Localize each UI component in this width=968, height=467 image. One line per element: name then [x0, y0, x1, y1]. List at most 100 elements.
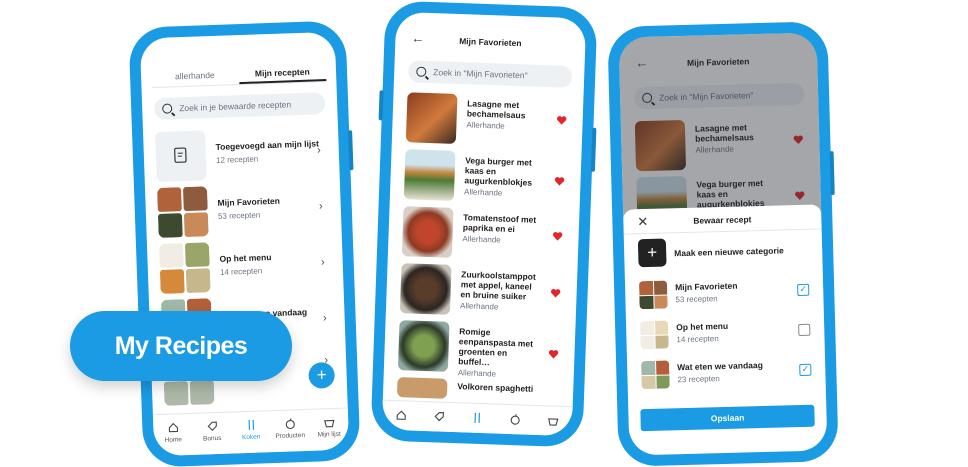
nav-label: Koken: [241, 433, 261, 442]
recipe-item[interactable]: Zuurkoolstamppot met appel, kaneel en br…: [399, 263, 568, 319]
recipe-collage: [158, 242, 211, 294]
nav-bonus[interactable]: Bonus: [192, 413, 232, 455]
category-title: Wat eten we vandaag: [677, 360, 763, 373]
screen: allerhande Mijn recepten Zoek in je bewa…: [139, 31, 350, 457]
apple-icon: [510, 414, 520, 425]
tag-icon: [434, 412, 444, 422]
my-recipes-badge: My Recipes: [70, 311, 292, 381]
cutlery-icon: [248, 419, 254, 430]
checkbox-checked[interactable]: ✓: [797, 283, 810, 297]
screen: ← Mijn Favorieten Zoek in "Mijn Favoriet…: [381, 11, 587, 437]
category-count: 14 recepten: [676, 334, 719, 345]
recipe-image: [403, 149, 456, 201]
checkbox-unchecked[interactable]: [798, 323, 811, 337]
recipe-image: [401, 206, 454, 258]
recipe-source: Allerhande: [459, 301, 499, 312]
list-icon-tile: [155, 130, 207, 183]
bottom-nav: Home Bonus Koken Producten Mijn lijst: [152, 407, 350, 457]
side-button: [378, 90, 384, 121]
apple-icon: [285, 418, 295, 430]
list-count: 14 recepten: [219, 266, 263, 277]
recipe-source: Allerhande: [466, 120, 505, 131]
search-placeholder: Zoek in "Mijn Favorieten": [433, 67, 528, 81]
category-title: Mijn Favorieten: [674, 280, 738, 293]
checkbox-checked[interactable]: ✓: [799, 363, 812, 377]
category-count: 53 recepten: [675, 294, 718, 305]
nav-producten[interactable]: [496, 405, 535, 435]
chevron-right-icon: ›: [318, 200, 323, 213]
recipe-item[interactable]: Lasagne met bechamelsaus Allerhande: [405, 92, 574, 148]
heart-icon[interactable]: [548, 349, 559, 359]
clipboard-icon: [174, 147, 187, 163]
category-thumbnail: [641, 360, 670, 390]
tab-mijn-recepten[interactable]: Mijn recepten: [238, 62, 327, 85]
nav-mijn-lijst[interactable]: [534, 406, 573, 436]
category-row[interactable]: Wat eten we vandaag 23 recepten ✓: [641, 357, 812, 393]
save-button[interactable]: Opslaan: [640, 404, 815, 432]
recipe-image: [396, 377, 448, 399]
divider: [623, 228, 822, 235]
list-count: 12 recepten: [215, 154, 259, 165]
category-thumbnail: [639, 320, 669, 350]
recipe-name: Zuurkoolstamppot met appel, kaneel en br…: [460, 269, 536, 302]
search-icon: [162, 103, 173, 114]
heart-icon[interactable]: [554, 176, 565, 186]
recipe-item[interactable]: Tomatenstoof met paprika en ei Allerhand…: [401, 206, 570, 262]
nav-mijn-lijst[interactable]: Mijn lijst: [309, 408, 349, 450]
category-row[interactable]: Mijn Favorieten 53 recepten ✓: [638, 277, 810, 313]
nav-label: Home: [164, 436, 183, 444]
nav-bonus[interactable]: [420, 402, 459, 432]
recipe-item[interactable]: Vega burger met kaas en augurkenblokjes …: [403, 149, 572, 205]
recipe-source: Allerhande: [463, 187, 503, 198]
category-thumbnail: [638, 280, 668, 310]
plus-icon[interactable]: +: [637, 238, 667, 268]
heart-icon[interactable]: [550, 288, 561, 298]
nav-home[interactable]: Home: [153, 414, 193, 456]
tab-allerhande[interactable]: allerhande: [151, 65, 239, 87]
side-button: [829, 151, 835, 196]
nav-home[interactable]: [382, 401, 421, 431]
recipe-image: [405, 92, 458, 144]
recipe-item[interactable]: Romige eenpanspasta met groenten en buff…: [397, 320, 566, 379]
home-icon: [168, 422, 178, 433]
nav-koken[interactable]: [458, 403, 497, 433]
list-title: Toegevoegd aan mijn lijst: [215, 138, 319, 152]
recipe-name: Lasagne met bechamelsaus: [466, 98, 526, 121]
recipe-name: Tomatenstoof met paprika en ei: [462, 212, 537, 235]
recipe-name: Romige eenpanspasta met groenten en buff…: [458, 326, 534, 368]
tab-bar: allerhande Mijn recepten: [150, 62, 327, 89]
heart-icon[interactable]: [552, 231, 563, 241]
list-item[interactable]: Mijn Favorieten 53 recepten ›: [156, 182, 334, 238]
list-item[interactable]: Op het menu 14 recepten ›: [158, 238, 336, 294]
list-count: 53 recepten: [217, 210, 261, 221]
heart-icon[interactable]: [557, 115, 567, 125]
basket-icon: [548, 418, 559, 426]
category-title: Op het menu: [676, 320, 729, 333]
phone-my-recipes: allerhande Mijn recepten Zoek in je bewa…: [128, 20, 361, 467]
recipe-source: Allerhande: [457, 368, 497, 379]
chevron-right-icon: ›: [322, 312, 327, 325]
bottom-nav: [381, 399, 573, 437]
list-title: Op het menu: [219, 252, 272, 264]
tag-icon: [207, 421, 217, 432]
recipe-source: Allerhande: [462, 234, 501, 245]
side-button: [348, 130, 354, 171]
nav-label: Bonus: [202, 434, 222, 443]
nav-koken[interactable]: Koken: [231, 411, 271, 453]
chevron-right-icon: ›: [320, 256, 325, 269]
recipe-name: Volkoren spaghetti: [457, 381, 534, 394]
nav-label: Mijn lijst: [317, 430, 341, 439]
nav-producten[interactable]: Producten: [270, 410, 310, 452]
page-title: Mijn Favorieten: [459, 36, 522, 49]
search-input[interactable]: Zoek in je bewaarde recepten: [153, 92, 326, 121]
home-icon: [396, 410, 406, 420]
side-button: [590, 127, 597, 172]
chevron-right-icon: ›: [316, 144, 321, 157]
new-category-label[interactable]: Maak een nieuwe categorie: [674, 245, 784, 258]
recipe-collage: [156, 186, 209, 238]
phone-save-recipe: ← Mijn Favorieten Zoek in "Mijn Favoriet…: [607, 21, 839, 467]
sheet-title: Bewaar recept: [693, 214, 752, 226]
list-item[interactable]: Toegevoegd aan mijn lijst 12 recepten ›: [155, 126, 332, 183]
search-input[interactable]: Zoek in "Mijn Favorieten": [407, 60, 573, 88]
category-row[interactable]: Op het menu 14 recepten: [639, 317, 811, 353]
